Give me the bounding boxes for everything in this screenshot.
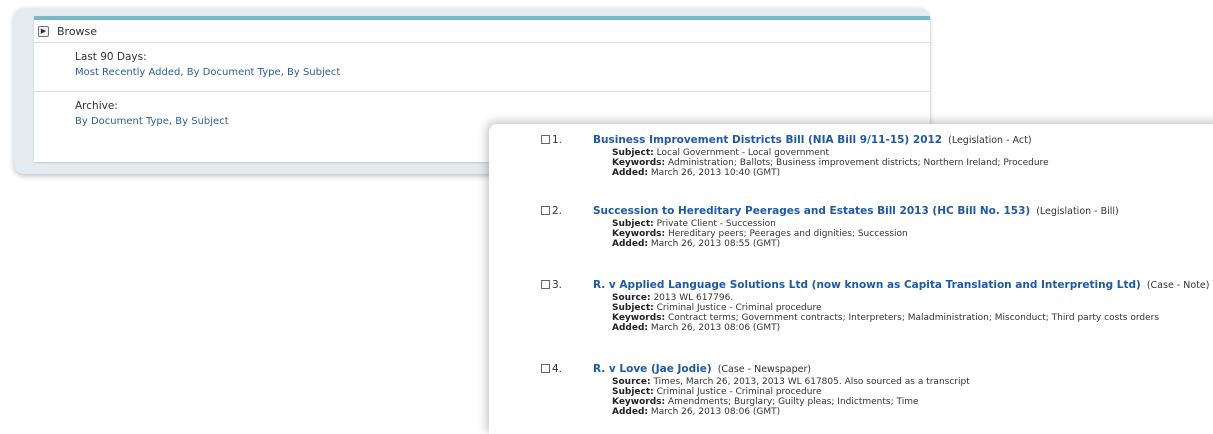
result-field-source: Source: Times, March 26, 2013, 2013 WL 6… (612, 377, 970, 387)
result-number: 1. (552, 134, 563, 146)
result-title-line: Succession to Hereditary Peerages and Es… (593, 205, 1119, 217)
browse-title: Browse (57, 24, 98, 38)
result-field-keywords: Keywords: Amendments; Burglary; Guilty p… (612, 397, 919, 407)
section-divider (34, 91, 930, 92)
link-archive-by-document-type[interactable]: By Document Type (75, 116, 169, 127)
result-field-added: Added: March 26, 2013 08:06 (GMT) (612, 323, 781, 333)
result-title-link[interactable]: R. v Love (Jae Jodie) (593, 363, 712, 375)
last-90-days-links: Most Recently Added, By Document Type, B… (75, 67, 930, 78)
result-doctype: (Case - Note) (1146, 280, 1210, 291)
result-field-added: Added: March 26, 2013 08:06 (GMT) (612, 407, 781, 417)
result-title-link[interactable]: R. v Applied Language Solutions Ltd (now… (593, 279, 1141, 291)
result-field-keywords: Keywords: Administration; Ballots; Busin… (612, 158, 1049, 168)
result-doctype: (Legislation - Bill) (1036, 206, 1119, 217)
result-field-added: Added: March 26, 2013 10:40 (GMT) (612, 168, 781, 178)
result-title-line: Business Improvement Districts Bill (NIA… (593, 134, 1032, 146)
link-most-recently-added[interactable]: Most Recently Added (75, 67, 180, 78)
result-field-subject: Subject: Criminal Justice - Criminal pro… (612, 387, 822, 397)
result-title-line: R. v Love (Jae Jodie) (Case - Newspaper) (593, 363, 811, 375)
result-title-link[interactable]: Succession to Hereditary Peerages and Es… (593, 205, 1030, 217)
link-by-document-type[interactable]: By Document Type (187, 67, 281, 78)
result-checkbox[interactable] (541, 206, 550, 215)
last-90-days-title: Last 90 Days: (75, 51, 147, 63)
result-title-link[interactable]: Business Improvement Districts Bill (NIA… (593, 134, 942, 146)
result-doctype: (Case - Newspaper) (717, 364, 812, 375)
result-field-subject: Subject: Local Government - Local govern… (612, 148, 829, 158)
result-field-keywords: Keywords: Contract terms; Government con… (612, 313, 1160, 323)
result-checkbox[interactable] (541, 364, 550, 373)
browse-body: Last 90 Days: Most Recently Added, By Do… (34, 51, 930, 127)
result-field-subject: Subject: Private Client - Succession (612, 219, 776, 229)
result-title-line: R. v Applied Language Solutions Ltd (now… (593, 279, 1209, 291)
result-field-subject: Subject: Criminal Justice - Criminal pro… (612, 303, 822, 313)
link-by-subject[interactable]: By Subject (287, 67, 340, 78)
result-number: 3. (552, 279, 563, 291)
expand-icon[interactable]: ▶ (38, 25, 49, 37)
result-checkbox[interactable] (541, 280, 550, 289)
result-number: 2. (552, 205, 563, 217)
result-meta: Subject: Local Government - Local govern… (612, 148, 1049, 178)
result-meta: Source: 2013 WL 617796. Subject: Crimina… (612, 293, 1159, 333)
result-number: 4. (552, 363, 563, 375)
results-panel: 1. Business Improvement Districts Bill (… (489, 124, 1213, 434)
result-meta: Source: Times, March 26, 2013, 2013 WL 6… (612, 377, 970, 417)
result-field-keywords: Keywords: Hereditary peers; Peerages and… (612, 229, 908, 239)
link-archive-by-subject[interactable]: By Subject (175, 116, 228, 127)
archive-title: Archive: (75, 100, 118, 112)
result-field-source: Source: 2013 WL 617796. (612, 293, 734, 303)
browse-header[interactable]: ▶ Browse (34, 20, 930, 43)
result-doctype: (Legislation - Act) (948, 135, 1032, 146)
result-checkbox[interactable] (541, 135, 550, 144)
result-meta: Subject: Private Client - Succession Key… (612, 219, 908, 249)
result-field-added: Added: March 26, 2013 08:55 (GMT) (612, 239, 781, 249)
